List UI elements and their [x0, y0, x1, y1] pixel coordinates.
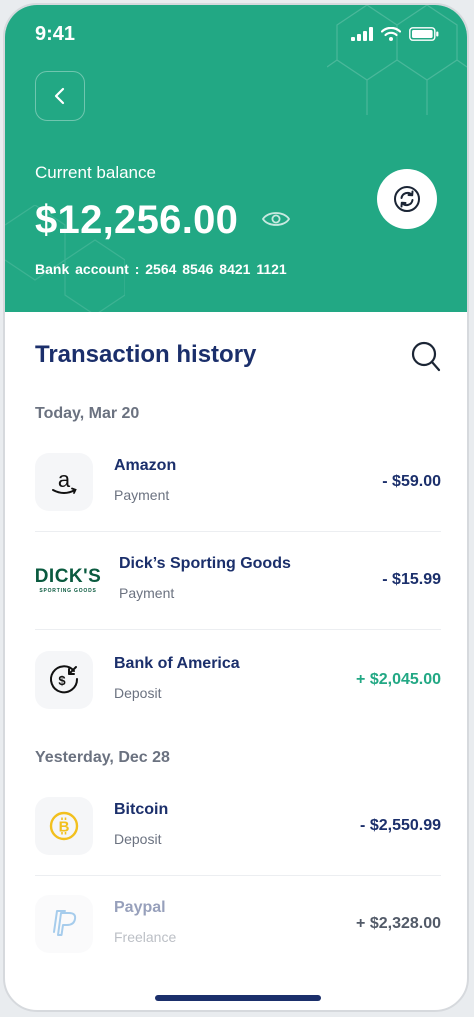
transaction-type: Payment	[114, 487, 170, 503]
transaction-history-title: Transaction history	[35, 341, 257, 368]
transaction-row[interactable]: Paypal Freelance + $2,328.00	[35, 875, 441, 973]
transaction-type: Payment	[119, 585, 175, 601]
transaction-row[interactable]: B Bitcoin Deposit - $2,550.99	[35, 777, 441, 876]
dicks-logo-text: DICK'S	[34, 566, 102, 587]
transaction-type: Deposit	[114, 685, 162, 701]
dicks-logo-subtext: SPORTING GOODS	[39, 588, 97, 594]
transaction-row[interactable]: a Amazon Payment - $59.00	[35, 433, 441, 532]
refresh-button[interactable]	[377, 169, 437, 229]
back-button[interactable]	[35, 71, 85, 121]
balance-amount: $12,256.00	[35, 198, 239, 242]
transaction-amount: - $59.00	[382, 473, 441, 490]
transaction-row[interactable]: $ Bank of America Deposit + $2,045.00	[35, 631, 441, 729]
transaction-amount: + $2,045.00	[356, 671, 441, 688]
dicks-logo: DICK'S SPORTING GOODS	[35, 551, 101, 609]
home-indicator[interactable]	[155, 995, 321, 1001]
svg-text:B: B	[59, 819, 70, 836]
transaction-type: Freelance	[114, 929, 177, 945]
svg-text:$: $	[58, 673, 66, 688]
balance-header: 9:41 Current balance $12,256.00 Bank acc…	[5, 5, 467, 312]
paypal-logo	[35, 895, 93, 953]
date-group-label: Yesterday, Dec 28	[35, 749, 170, 766]
transaction-amount: - $15.99	[382, 571, 441, 588]
transaction-name: Amazon	[114, 457, 177, 474]
transaction-type: Deposit	[114, 831, 162, 847]
date-group-label: Today, Mar 20	[35, 405, 140, 422]
chevron-left-icon	[54, 87, 65, 105]
battery-icon	[409, 27, 439, 41]
svg-text:a: a	[58, 467, 71, 492]
amazon-icon: a	[52, 467, 77, 494]
eye-icon[interactable]	[261, 209, 291, 229]
paypal-icon	[53, 910, 77, 936]
transaction-name: Dick’s Sporting Goods	[119, 555, 291, 572]
transaction-name: Paypal	[114, 899, 166, 916]
amazon-logo: a	[35, 453, 93, 511]
bitcoin-icon: B	[49, 811, 79, 841]
status-bar: 9:41	[5, 5, 467, 65]
signal-icon	[351, 27, 373, 41]
bitcoin-logo: B	[35, 797, 93, 855]
search-icon[interactable]	[411, 341, 441, 373]
transaction-amount: + $2,328.00	[356, 915, 441, 932]
deposit-icon: $	[50, 665, 79, 694]
status-icons	[351, 27, 439, 41]
wifi-icon	[381, 27, 401, 41]
current-balance-label: Current balance	[35, 163, 156, 182]
transaction-row[interactable]: DICK'S SPORTING GOODS Dick’s Sporting Go…	[35, 531, 441, 630]
deposit-logo: $	[35, 651, 93, 709]
transaction-name: Bank of America	[114, 655, 240, 672]
status-time: 9:41	[35, 23, 76, 45]
transaction-name: Bitcoin	[114, 801, 169, 818]
phone-frame: 9:41 Current balance $12,256.00 Bank acc…	[3, 3, 469, 1012]
bank-account-number: Bank account : 2564 8546 8421 1121	[35, 261, 287, 277]
transaction-amount: - $2,550.99	[360, 817, 441, 834]
refresh-icon	[394, 186, 420, 212]
